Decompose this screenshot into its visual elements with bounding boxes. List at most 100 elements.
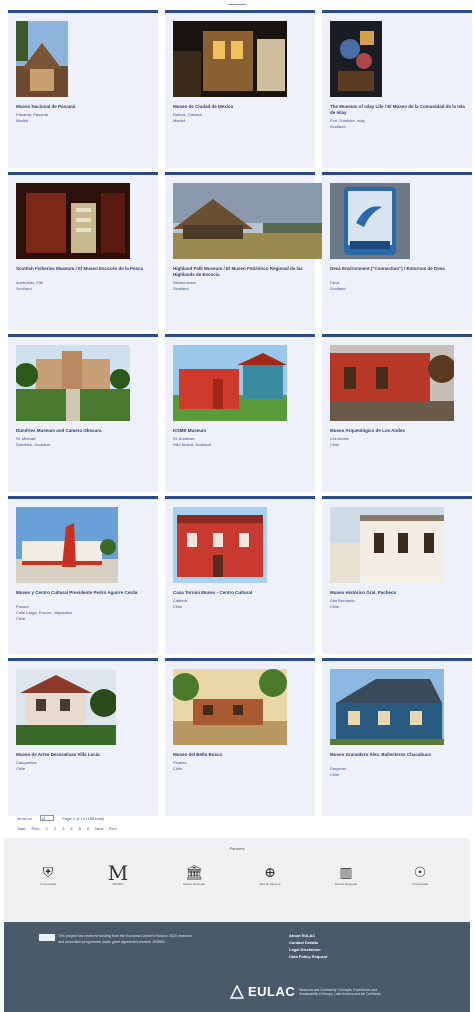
page-link[interactable]: 2 xyxy=(54,826,56,831)
museum-location: San Bernardo xyxy=(330,598,355,603)
eulac-brand[interactable]: EULAC Museums and Community: Concepts, E… xyxy=(230,984,389,999)
globe-glyph: ⊕ xyxy=(264,865,276,881)
museum-title[interactable]: Dumfries Museum and Camera Obscura xyxy=(16,428,152,434)
museum-title[interactable]: Museo del Bello Bosco xyxy=(173,752,309,758)
museum-title[interactable]: Museo de Ciudad de Mexico xyxy=(173,104,309,110)
museum-title[interactable]: Museo de Artes Decorativas Villa Lucía xyxy=(16,752,152,758)
museum-location: St. Andrews xyxy=(173,436,195,441)
museum-photo[interactable] xyxy=(16,507,118,583)
museum-country: Chile xyxy=(16,616,26,621)
museum-photo[interactable] xyxy=(173,345,287,421)
museum-country: Scotland xyxy=(16,286,32,291)
museum-card[interactable]: Dumfries Museum and Camera Obscura St. M… xyxy=(8,334,158,492)
museum-photo[interactable] xyxy=(330,669,444,745)
results-label: Items on xyxy=(17,815,33,821)
museum-title[interactable]: KOME Museum xyxy=(173,428,309,434)
page-link[interactable]: 5 xyxy=(79,826,81,831)
footer-link-legal[interactable]: Legal Disclaimer xyxy=(289,946,327,953)
museum-card[interactable]: Museo Histórico Gral. Pacheco San Bernar… xyxy=(322,496,472,654)
results-summary: Page 1 of 14 (198 total) xyxy=(62,815,105,821)
museum-card[interactable]: Museo del Bello Bosco Pinares Chile xyxy=(165,658,315,816)
museum-location: Ramos, Oaxaca xyxy=(173,112,202,117)
museum-title[interactable]: The Museum of Islay Life / El Museo de l… xyxy=(330,104,466,116)
museum-card[interactable]: KOME Museum St. Andrews Villa Nueva, Sco… xyxy=(165,334,315,492)
museum-card[interactable]: Museo Nacional de Panamá Panamá, Panamá … xyxy=(8,10,158,168)
site-footer: This project has received funding from t… xyxy=(4,922,470,1012)
museum-photo[interactable] xyxy=(173,183,323,259)
museum-country: Chile xyxy=(330,604,340,609)
museum-country: Villa Nueva, Scotland xyxy=(173,442,211,447)
building-glyph: ▥ xyxy=(339,865,353,881)
museum-location: Caldera xyxy=(173,598,188,603)
museum-country: Chile xyxy=(330,772,340,777)
museum-photo[interactable] xyxy=(330,183,410,259)
museum-title[interactable]: Scottish Fisheries Museum / El Museo Esc… xyxy=(16,266,152,272)
footer-links: About EULAC Contact Details Legal Discla… xyxy=(289,932,327,960)
last-page-link[interactable]: End xyxy=(109,826,116,831)
museum-photo[interactable] xyxy=(330,21,382,97)
museum-photo[interactable] xyxy=(16,21,68,97)
museum-photo[interactable] xyxy=(173,669,287,745)
museum-photo[interactable] xyxy=(16,345,130,421)
museum-card[interactable]: Highland Folk Museum / El Museo Folclóri… xyxy=(165,172,323,330)
museum-country: Chile xyxy=(16,766,26,771)
first-page-link[interactable]: Start xyxy=(17,826,25,831)
museum-title[interactable]: Museo Histórico Gral. Pacheco xyxy=(330,590,466,596)
museum-country: Scotland xyxy=(330,124,346,129)
partner-caption: Universidad xyxy=(412,882,428,886)
museum-photo[interactable] xyxy=(330,507,444,583)
brand-name: EULAC xyxy=(248,984,296,999)
museum-title[interactable]: Museo Granadero Alex. Ballesteros Chacab… xyxy=(330,752,466,758)
museum-photo[interactable] xyxy=(173,507,267,583)
museum-title[interactable]: Casa Tornini Museo - Centro Cultural xyxy=(173,590,309,596)
per-page-row: Items on 15 Page 1 of 14 (198 total) xyxy=(17,815,116,821)
museum-card[interactable]: Museo Arqueológico de Los Andes Los Ande… xyxy=(322,334,472,492)
partner-caption: Museo Regional xyxy=(335,882,357,886)
prev-page-link[interactable]: Prev xyxy=(31,826,39,831)
museum-location: Newtonmore xyxy=(173,280,196,285)
globe-icon[interactable]: ⊕ Red de Museos xyxy=(252,864,288,898)
top-divider xyxy=(228,4,246,5)
museum-photo[interactable] xyxy=(330,345,454,421)
footer-link-data[interactable]: Data Policy Request xyxy=(289,953,327,960)
page-link[interactable]: 6 xyxy=(87,826,89,831)
museo-icon[interactable]: M MUSEO xyxy=(100,863,136,898)
seal-icon[interactable]: ☉ Universidad xyxy=(402,864,438,898)
museum-card[interactable]: Museo de Ciudad de Mexico Ramos, Oaxaca … xyxy=(165,10,315,168)
museum-photo[interactable] xyxy=(16,183,130,259)
museum-card[interactable]: Casa Tornini Museo - Centro Cultural Cal… xyxy=(165,496,315,654)
page-link[interactable]: 4 xyxy=(70,826,72,831)
page-link[interactable]: 3 xyxy=(62,826,64,831)
footer-link-about[interactable]: About EULAC xyxy=(289,932,327,939)
footer-link-contact[interactable]: Contact Details xyxy=(289,939,327,946)
museum-photo[interactable] xyxy=(16,669,116,745)
museum-title[interactable]: Deva Environment ("Connection") / Entorn… xyxy=(330,266,466,272)
partner-caption: Museo Nacional xyxy=(183,882,205,886)
museum-title[interactable]: Highland Folk Museum / El Museo Folclóri… xyxy=(173,266,309,278)
museum-location: Panamá, Panamá xyxy=(16,112,49,117)
museum-country: Scotland xyxy=(173,286,189,291)
pagination: Items on 15 Page 1 of 14 (198 total) Sta… xyxy=(17,815,116,836)
museum-photo[interactable] xyxy=(173,21,287,97)
museum-card[interactable]: Museo y Centro Cultural Presidente Pedro… xyxy=(8,496,158,654)
museum-country: Dumfries, Scotland xyxy=(16,442,50,447)
museum-title[interactable]: Museo Nacional de Panamá xyxy=(16,104,152,110)
museum-location: Sargento xyxy=(330,766,347,771)
triangle-logo-icon xyxy=(230,984,244,999)
museum-title[interactable]: Museo y Centro Cultural Presidente Pedro… xyxy=(16,590,152,596)
page-link[interactable]: 1 xyxy=(46,826,48,831)
museum-title[interactable]: Museo Arqueológico de Los Andes xyxy=(330,428,466,434)
museum-location: Pocuro xyxy=(16,604,29,609)
museum-card[interactable]: The Museum of Islay Life / El Museo de l… xyxy=(322,10,472,168)
museum-card[interactable]: Museo de Artes Decorativas Villa Lucía C… xyxy=(8,658,158,816)
partners-title: Partners xyxy=(229,846,245,851)
next-page-link[interactable]: Next xyxy=(95,826,103,831)
building-icon[interactable]: ▥ Museo Regional xyxy=(328,864,364,898)
temple-icon[interactable]: 🏛 Museo Nacional xyxy=(176,864,212,898)
crest-icon[interactable]: ⛨ Universidad xyxy=(30,864,66,898)
per-page-select[interactable]: 15 xyxy=(40,815,55,821)
museum-card[interactable]: Scottish Fisheries Museum / El Museo Esc… xyxy=(8,172,158,330)
museum-card[interactable]: Museo Granadero Alex. Ballesteros Chacab… xyxy=(322,658,472,816)
museum-card[interactable]: Deva Environment ("Connection") / Entorn… xyxy=(322,172,472,330)
museum-location: St. Michael xyxy=(16,436,36,441)
